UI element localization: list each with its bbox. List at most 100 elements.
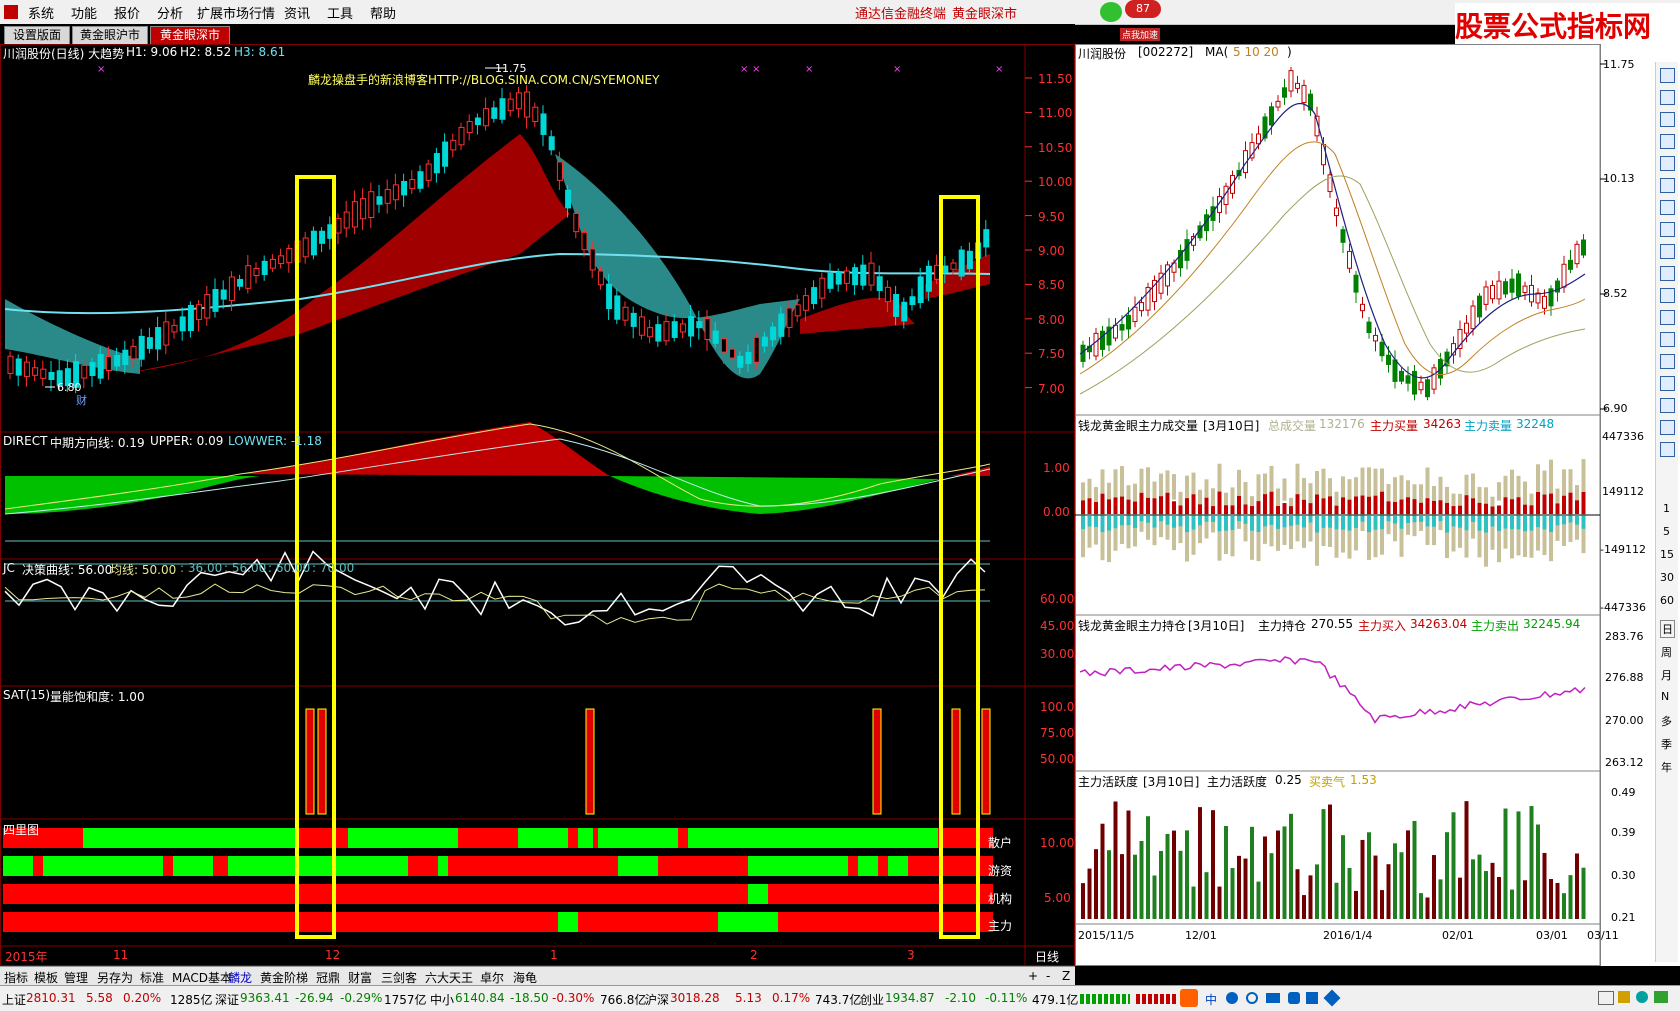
moon-icon[interactable] bbox=[1226, 992, 1238, 1004]
right-chart-svg[interactable] bbox=[1075, 44, 1680, 966]
act-bar bbox=[1308, 875, 1313, 919]
right-candle-body bbox=[1386, 354, 1391, 365]
user-icon[interactable] bbox=[1288, 992, 1300, 1004]
btab-indicator[interactable]: 指标 bbox=[4, 969, 28, 986]
side-year[interactable]: 年 bbox=[1661, 759, 1672, 775]
tray-lock-icon[interactable] bbox=[1618, 991, 1630, 1003]
main-chart-svg[interactable]: × × × × × × bbox=[0, 44, 1075, 966]
tab-settings[interactable]: 设置版面 bbox=[4, 26, 70, 45]
side-tool-icon[interactable] bbox=[1660, 244, 1675, 259]
side-num-5[interactable]: 5 bbox=[1663, 525, 1670, 538]
side-tool-icon[interactable] bbox=[1660, 420, 1675, 435]
side-tool-icon[interactable] bbox=[1660, 288, 1675, 303]
layout-tabs: 设置版面 黄金眼沪市 黄金眼深市 bbox=[0, 24, 1075, 45]
side-n[interactable]: N bbox=[1661, 690, 1669, 703]
side-week[interactable]: 周 bbox=[1661, 644, 1672, 660]
zoom-out-button[interactable]: - bbox=[1046, 969, 1050, 983]
act-bar bbox=[1484, 871, 1488, 919]
side-tool-icon[interactable] bbox=[1660, 90, 1675, 105]
side-tool-icon[interactable] bbox=[1660, 332, 1675, 347]
btab-linlong[interactable]: 麟龙 bbox=[228, 969, 252, 986]
z-button[interactable]: Z bbox=[1062, 969, 1070, 983]
menu-tools[interactable]: 工具 bbox=[327, 3, 353, 22]
btab-manage[interactable]: 管理 bbox=[64, 969, 88, 986]
side-tool-icon[interactable] bbox=[1660, 222, 1675, 237]
vol-buy-bar bbox=[1243, 504, 1248, 514]
punct-icon[interactable] bbox=[1246, 992, 1258, 1004]
tab-gold-eye-sz[interactable]: 黄金眼深市 bbox=[150, 26, 230, 45]
vol-buy-bar bbox=[1120, 496, 1124, 514]
side-day[interactable]: 日 bbox=[1660, 620, 1675, 638]
side-num-60[interactable]: 60 bbox=[1660, 594, 1674, 607]
right-candle-body bbox=[1139, 302, 1144, 312]
menu-news[interactable]: 资讯 bbox=[284, 3, 310, 22]
zoom-in-button[interactable]: + bbox=[1028, 969, 1038, 983]
side-tool-icon[interactable] bbox=[1660, 442, 1675, 457]
vol-buy-bar bbox=[1549, 493, 1553, 514]
side-season[interactable]: 季 bbox=[1661, 736, 1672, 752]
main-chart-panel[interactable]: × × × × × × 川润股份(日线) 大趋势 H1: 9.06 H2: 8.52 H3… bbox=[0, 44, 1075, 966]
side-month[interactable]: 月 bbox=[1661, 667, 1672, 683]
sogou-ime-icon[interactable] bbox=[1180, 989, 1198, 1007]
vol-sell-bar bbox=[1211, 516, 1215, 522]
btab-six-kings[interactable]: 六大天王 bbox=[425, 969, 473, 986]
side-tool-icon[interactable] bbox=[1660, 178, 1675, 193]
side-num-15[interactable]: 15 bbox=[1660, 548, 1674, 561]
shirt-icon[interactable] bbox=[1306, 992, 1318, 1004]
menu-quote[interactable]: 报价 bbox=[114, 3, 140, 22]
btab-template[interactable]: 模板 bbox=[34, 969, 58, 986]
side-tool-icon[interactable] bbox=[1660, 68, 1675, 83]
menu-help[interactable]: 帮助 bbox=[370, 3, 396, 22]
side-tool-icon[interactable] bbox=[1660, 376, 1675, 391]
side-tool-icon[interactable] bbox=[1660, 310, 1675, 325]
side-tool-icon[interactable] bbox=[1660, 200, 1675, 215]
side-multi[interactable]: 多 bbox=[1661, 713, 1672, 729]
side-tool-icon[interactable] bbox=[1660, 156, 1675, 171]
wrench-icon[interactable] bbox=[1323, 989, 1341, 1007]
speed-text[interactable]: 点我加速 bbox=[1120, 28, 1161, 41]
price-tick: 9.00 bbox=[1038, 244, 1065, 258]
menu-function[interactable]: 功能 bbox=[71, 3, 97, 22]
menu-analysis[interactable]: 分析 bbox=[157, 3, 183, 22]
side-tool-icon[interactable] bbox=[1660, 398, 1675, 413]
side-tool-icon[interactable] bbox=[1660, 112, 1675, 127]
tray-globe-icon[interactable] bbox=[1636, 991, 1648, 1003]
ime-chinese[interactable]: 中 bbox=[1205, 991, 1217, 1008]
btab-gold-ladder[interactable]: 黄金阶梯 bbox=[260, 969, 308, 986]
vol-buy-bar bbox=[1393, 501, 1397, 514]
vol-buy-bar bbox=[1529, 505, 1534, 514]
speed-badge[interactable]: 87 bbox=[1125, 0, 1161, 18]
act-bar bbox=[1549, 879, 1553, 919]
menu-extended-market[interactable]: 扩展市场行情 bbox=[197, 3, 275, 22]
menu-system[interactable]: 系统 bbox=[28, 3, 54, 22]
act-bar bbox=[1321, 809, 1326, 919]
side-tool-icon[interactable] bbox=[1660, 266, 1675, 281]
btab-macd[interactable]: MACD基本 bbox=[172, 969, 232, 986]
candle-body bbox=[712, 330, 719, 344]
btab-standard[interactable]: 标准 bbox=[140, 969, 164, 986]
btab-three-swords[interactable]: 三剑客 bbox=[381, 969, 417, 986]
side-num-1[interactable]: 1 bbox=[1663, 502, 1670, 515]
btab-saveas[interactable]: 另存为 bbox=[97, 969, 133, 986]
btab-wealth[interactable]: 财富 bbox=[348, 969, 372, 986]
keyboard-icon[interactable] bbox=[1266, 993, 1280, 1003]
btab-zhuoer[interactable]: 卓尔 bbox=[480, 969, 504, 986]
period-label[interactable]: 日线 bbox=[1035, 948, 1059, 965]
tab-gold-eye-sh[interactable]: 黄金眼沪市 bbox=[72, 26, 148, 45]
side-tool-icon[interactable] bbox=[1660, 134, 1675, 149]
btab-turtle[interactable]: 海龟 bbox=[513, 969, 537, 986]
right-panel[interactable]: 川润股份 [002272] MA( 5 10 20 ) 11.75 10.13 … bbox=[1075, 44, 1680, 966]
side-num-30[interactable]: 30 bbox=[1660, 571, 1674, 584]
vol-sell-bar bbox=[1107, 516, 1111, 531]
vol-sell-bar bbox=[1243, 516, 1248, 524]
tray-chart-icon[interactable] bbox=[1654, 991, 1668, 1003]
act-bar bbox=[1393, 843, 1397, 919]
cy-pct: -0.11% bbox=[985, 991, 1028, 1005]
side-tool-icon[interactable] bbox=[1660, 354, 1675, 369]
tray-window-icon[interactable] bbox=[1598, 991, 1614, 1005]
btab-guanding[interactable]: 冠鼎 bbox=[316, 969, 340, 986]
high-label: 11.75 bbox=[495, 62, 527, 75]
vol-buy-bar bbox=[1113, 497, 1118, 514]
candle-body bbox=[360, 198, 367, 220]
trend-ribbon-up-1 bbox=[120, 134, 570, 374]
